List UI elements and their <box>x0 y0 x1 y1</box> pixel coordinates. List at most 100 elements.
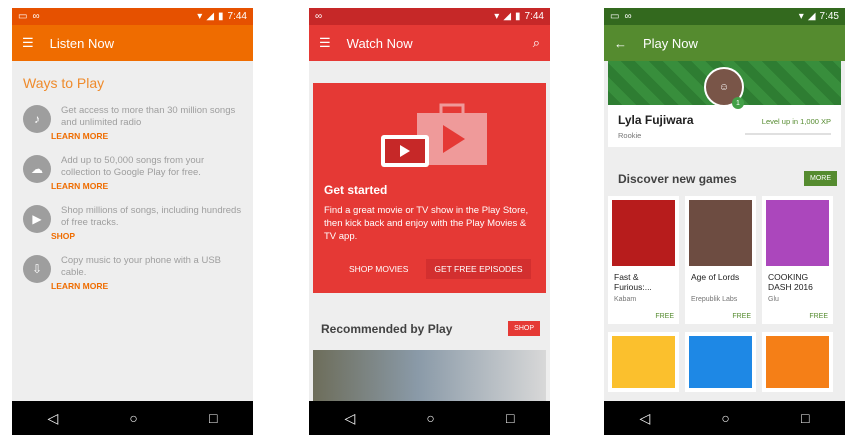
notification-icon: ▭ <box>610 11 620 22</box>
discover-header: Discover new games MORE <box>618 171 837 186</box>
home-icon[interactable]: ○ <box>426 410 434 426</box>
app-bar: ← Play Now <box>604 25 845 61</box>
get-started-card: Get started Find a great movie or TV sho… <box>313 83 546 293</box>
game-price: FREE <box>732 313 751 320</box>
listen-now-screen: ▭ ∞ ▾ ◢ ▮ 7:44 ☰ Listen Now Ways to Play ♪ G… <box>12 8 253 435</box>
player-name: Lyla Fujiwara <box>618 113 694 127</box>
level-up-text: Level up in 1,000 XP <box>761 117 831 126</box>
game-card[interactable] <box>685 332 756 392</box>
xp-progress-bar <box>745 133 831 135</box>
status-bar: ∞ ▾ ◢ ▮ 7:44 <box>309 8 550 25</box>
battery-icon: ▮ <box>218 11 224 22</box>
voicemail-icon: ∞ <box>315 11 323 22</box>
nav-bar: ◁ ○ □ <box>12 401 253 435</box>
section-title: Discover new games <box>618 171 737 186</box>
feature-text: Add up to 50,000 songs from your collect… <box>61 155 205 178</box>
notification-icon: ▭ <box>18 11 28 22</box>
section-title: Ways to Play <box>23 75 105 91</box>
feature-item: ☁ Add up to 50,000 songs from your colle… <box>12 155 253 191</box>
hero-description: Find a great movie or TV show in the Pla… <box>324 205 529 242</box>
signal-icon: ◢ <box>503 11 512 22</box>
page-title: Play Now <box>643 35 698 51</box>
hero-title: Get started <box>324 183 388 197</box>
feature-text: Copy music to your phone with a USB cabl… <box>61 255 221 278</box>
feature-item: ♪ Get access to more than 30 million son… <box>12 105 253 141</box>
status-bar: ▭ ∞ ▾ ◢ ▮ 7:44 <box>12 8 253 25</box>
voicemail-icon: ∞ <box>32 11 40 22</box>
section-title: Recommended by Play <box>321 321 453 336</box>
wifi-icon: ▾ <box>494 11 500 22</box>
voicemail-icon: ∞ <box>624 11 632 22</box>
game-icon <box>689 200 752 266</box>
wifi-icon: ▾ <box>197 11 203 22</box>
menu-icon[interactable]: ☰ <box>319 35 331 51</box>
battery-icon: ▮ <box>515 11 521 22</box>
page-title: Listen Now <box>49 35 114 51</box>
app-bar: ☰ Listen Now <box>12 25 253 61</box>
back-icon[interactable]: ◁ <box>345 410 356 427</box>
game-icon <box>766 200 829 266</box>
back-arrow-icon[interactable]: ← <box>614 36 627 51</box>
watch-now-screen: ∞ ▾ ◢ ▮ 7:44 ☰ Watch Now ⌕ Get started Find… <box>309 8 550 435</box>
status-time: 7:44 <box>524 11 544 22</box>
game-card[interactable]: Fast & Furious:... Kabam FREE <box>608 196 679 324</box>
shop-movies-button[interactable]: SHOP MOVIES <box>341 259 416 279</box>
signal-icon: ◢ <box>807 11 816 22</box>
recents-icon[interactable]: □ <box>209 410 217 426</box>
page-title: Watch Now <box>346 35 413 51</box>
game-developer: Kabam <box>614 296 637 303</box>
shop-link[interactable]: SHOP <box>51 231 242 241</box>
learn-more-link[interactable]: LEARN MORE <box>51 281 242 291</box>
shop-icon: ▶ <box>23 205 51 233</box>
signal-icon: ◢ <box>206 11 215 22</box>
game-title: Age of Lords <box>691 272 740 282</box>
game-icon <box>612 336 675 388</box>
game-icon <box>689 336 752 388</box>
status-bar: ▭ ∞ ▾ ◢ 7:45 <box>604 8 845 25</box>
shop-button[interactable]: SHOP <box>508 321 540 336</box>
game-card[interactable] <box>608 332 679 392</box>
more-button[interactable]: MORE <box>804 171 837 186</box>
player-profile-card[interactable]: ☺ 1 Lyla Fujiwara Rookie Level up in 1,0… <box>608 61 841 147</box>
game-icon <box>612 200 675 266</box>
home-icon[interactable]: ○ <box>721 410 729 426</box>
game-price: FREE <box>655 313 674 320</box>
status-time: 7:44 <box>227 11 247 22</box>
recents-icon[interactable]: □ <box>801 410 809 426</box>
feature-item: ▶ Shop millions of songs, including hund… <box>12 205 253 241</box>
nav-bar: ◁ ○ □ <box>309 401 550 435</box>
game-developer: Erepublik Labs <box>691 296 738 303</box>
nav-bar: ◁ ○ □ <box>604 401 845 435</box>
back-icon[interactable]: ◁ <box>48 410 59 427</box>
game-title: Fast & Furious:... <box>614 272 652 292</box>
player-rank: Rookie <box>618 131 642 140</box>
game-icon <box>766 336 829 388</box>
game-card[interactable]: Age of Lords Erepublik Labs FREE <box>685 196 756 324</box>
usb-icon: ⇩ <box>23 255 51 283</box>
movies-illustration-icon <box>381 103 487 167</box>
menu-icon[interactable]: ☰ <box>22 35 34 51</box>
status-time: 7:45 <box>819 11 839 22</box>
learn-more-link[interactable]: LEARN MORE <box>51 181 242 191</box>
get-free-episodes-button[interactable]: GET FREE EPISODES <box>426 259 531 279</box>
feature-text: Shop millions of songs, including hundre… <box>61 205 242 228</box>
wifi-icon: ▾ <box>798 11 804 22</box>
level-badge: 1 <box>732 97 744 109</box>
recommended-header: Recommended by Play SHOP <box>321 321 540 336</box>
app-bar: ☰ Watch Now ⌕ <box>309 25 550 61</box>
home-icon[interactable]: ○ <box>129 410 137 426</box>
music-icon: ♪ <box>23 105 51 133</box>
game-developer: Glu <box>768 296 779 303</box>
game-price: FREE <box>809 313 828 320</box>
search-icon[interactable]: ⌕ <box>533 35 540 51</box>
feature-item: ⇩ Copy music to your phone with a USB ca… <box>12 255 253 291</box>
back-icon[interactable]: ◁ <box>640 410 651 427</box>
cloud-upload-icon: ☁ <box>23 155 51 183</box>
play-now-screen: ▭ ∞ ▾ ◢ 7:45 ← Play Now ☺ 1 Lyla Fujiwara R… <box>604 8 845 435</box>
feature-text: Get access to more than 30 million songs… <box>61 105 236 128</box>
game-card[interactable] <box>762 332 833 392</box>
recents-icon[interactable]: □ <box>506 410 514 426</box>
game-title: COOKING DASH 2016 <box>768 272 813 292</box>
learn-more-link[interactable]: LEARN MORE <box>51 131 242 141</box>
game-card[interactable]: COOKING DASH 2016 Glu FREE <box>762 196 833 324</box>
